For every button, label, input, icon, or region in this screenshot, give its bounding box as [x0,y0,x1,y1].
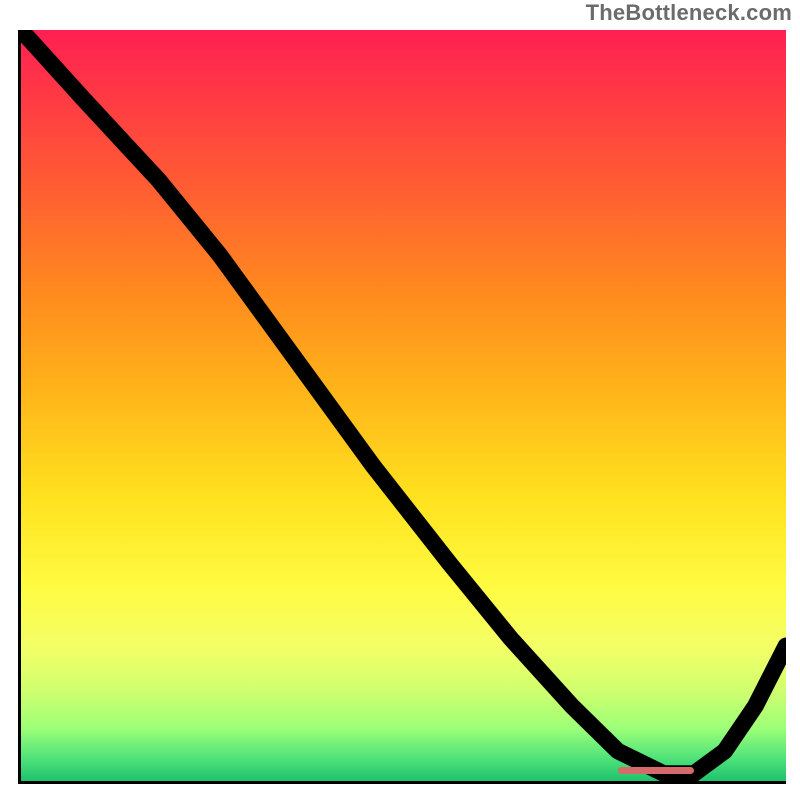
bottleneck-curve [21,30,786,781]
watermark-text: TheBottleneck.com [586,0,792,26]
bottleneck-curve-path [21,30,786,773]
chart-frame: TheBottleneck.com [0,0,800,800]
optimum-flat-marker [618,767,695,774]
plot-area [18,30,786,784]
